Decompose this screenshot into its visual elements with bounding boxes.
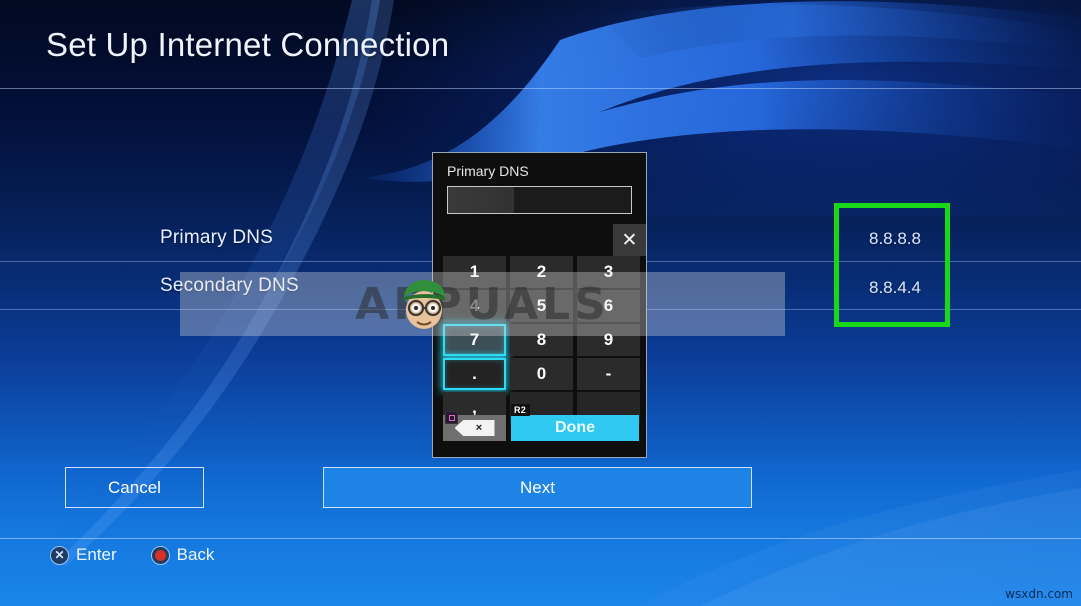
keypad-key-6[interactable]: 6 xyxy=(577,290,640,322)
page-title: Set Up Internet Connection xyxy=(46,26,450,63)
r2-button-badge: R2 xyxy=(511,404,531,416)
keypad-key-1[interactable]: 1 xyxy=(443,256,506,288)
keypad-key-5[interactable]: 5 xyxy=(510,290,573,322)
button-hints: ✕ Enter Back xyxy=(50,545,214,565)
circle-button-icon xyxy=(150,545,170,565)
keypad-key-3[interactable]: 3 xyxy=(577,256,640,288)
next-button[interactable]: Next xyxy=(323,467,752,508)
keypad-key-4[interactable]: 4 xyxy=(443,290,506,322)
backspace-icon: × xyxy=(454,420,495,436)
hint-enter-label: Enter xyxy=(76,545,117,564)
close-icon[interactable]: ✕ xyxy=(613,224,646,256)
cross-button-icon: ✕ xyxy=(50,545,69,565)
done-button[interactable]: R2 Done xyxy=(511,404,639,441)
keypad-key-dash[interactable]: - xyxy=(577,358,640,390)
footer-divider xyxy=(0,538,1081,539)
hint-back: Back xyxy=(150,545,215,565)
hint-enter: ✕ Enter xyxy=(50,545,117,565)
keypad-title: Primary DNS xyxy=(447,163,529,179)
field-label-secondary-dns: Secondary DNS xyxy=(160,275,299,296)
square-button-icon xyxy=(445,411,458,424)
keypad-action-row: × R2 Done xyxy=(443,404,639,441)
keypad-input-field[interactable] xyxy=(447,186,632,214)
done-button-label: Done xyxy=(555,419,595,436)
keypad-key-2[interactable]: 2 xyxy=(510,256,573,288)
backspace-button[interactable]: × xyxy=(443,411,506,441)
keypad-key-dot[interactable]: . xyxy=(443,358,506,390)
hint-back-label: Back xyxy=(176,545,215,564)
keypad-key-8[interactable]: 8 xyxy=(510,324,573,356)
title-divider xyxy=(0,88,1081,89)
keypad-key-0[interactable]: 0 xyxy=(510,358,573,390)
dns-highlight-box xyxy=(834,203,950,327)
field-label-primary-dns: Primary DNS xyxy=(160,227,274,248)
cancel-button[interactable]: Cancel xyxy=(65,467,204,508)
keypad-key-grid: 1 2 3 4 5 6 7 8 9 . 0 - , xyxy=(433,256,646,424)
keypad-key-9[interactable]: 9 xyxy=(577,324,640,356)
site-watermark: wsxdn.com xyxy=(1005,587,1073,601)
keypad-key-7[interactable]: 7 xyxy=(443,324,506,356)
